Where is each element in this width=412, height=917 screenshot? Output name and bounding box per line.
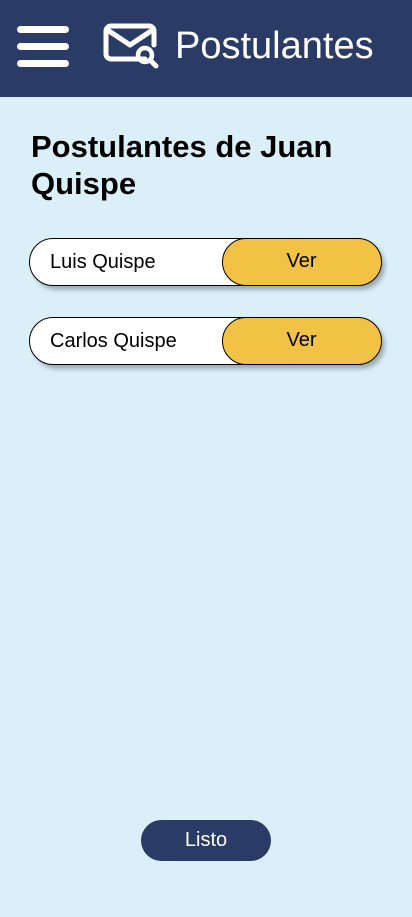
applicant-name: Luis Quispe: [50, 251, 156, 273]
applicant-row: Carlos Quispe Ver: [29, 316, 382, 365]
app-title: Postulantes: [175, 25, 374, 67]
menu-line: [17, 43, 69, 50]
menu-line: [17, 26, 69, 33]
menu-line: [17, 60, 69, 67]
top-app-bar: Postulantes: [0, 0, 412, 97]
hamburger-menu-icon[interactable]: [17, 26, 69, 68]
applicant-name: Carlos Quispe: [50, 330, 177, 352]
page-title: Postulantes de Juan Quispe: [31, 129, 333, 201]
view-applicant-button[interactable]: Ver: [221, 237, 382, 286]
mail-search-icon: [103, 23, 159, 69]
applicant-row: Luis Quispe Ver: [29, 237, 382, 286]
view-applicant-button[interactable]: Ver: [221, 316, 382, 365]
done-button[interactable]: Listo: [141, 820, 271, 861]
